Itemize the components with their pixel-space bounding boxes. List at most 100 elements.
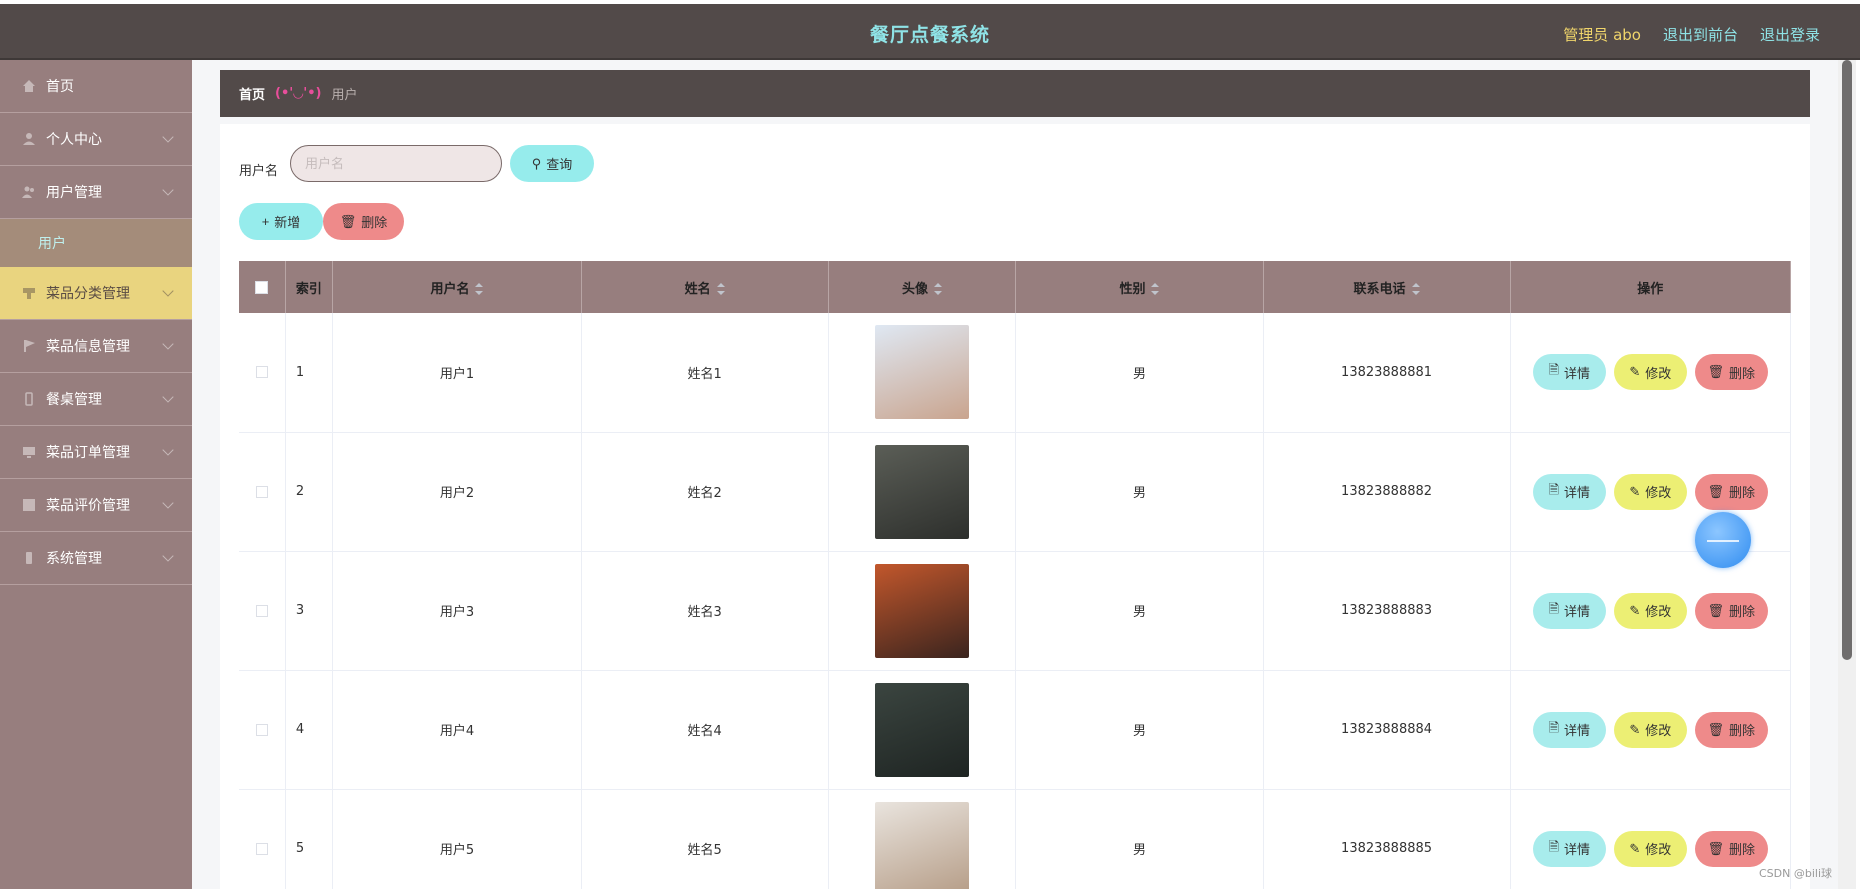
sort-icon[interactable] [1411,283,1420,295]
delete-button[interactable]: 🗑 删除 [1694,592,1768,629]
floating-assistant-ball[interactable] [1695,512,1751,568]
pencil-icon: ✎ [1629,602,1641,618]
sort-icon[interactable] [934,283,943,295]
row-checkbox[interactable] [255,485,268,498]
detail-button[interactable]: 🗎 详情 [1532,711,1606,748]
sidebar: 首页 个人中心 用户管理 用户 菜品分类管理 菜品信息管理 餐桌管理 菜品订单管… [0,60,192,889]
add-button[interactable]: + 新增 [239,203,323,240]
detail-button[interactable]: 🗎 详情 [1532,592,1606,629]
sidebar-item-review-mgmt[interactable]: 菜品评价管理 [0,479,192,532]
batch-delete-button-label: 删除 [361,215,388,230]
row-select-cell [239,313,286,433]
edit-button[interactable]: ✎ 修改 [1613,473,1687,510]
detail-button-label: 详情 [1564,365,1591,381]
query-button[interactable]: ⚲ 查询 [510,145,594,182]
search-input[interactable] [290,145,502,182]
sort-icon[interactable] [475,283,484,295]
row-actions: 🗎 详情 ✎ 修改 🗑 删除 [1511,592,1790,629]
cell-name: 姓名5 [581,789,829,889]
col-actions: 操作 [1510,261,1792,313]
table-icon [22,392,36,406]
content-panel: 用户名 ⚲ 查询 + 新增 🗑 删除 索引 用户名 姓名 [220,124,1810,889]
grid-icon [22,498,36,512]
col-phone[interactable]: 联系电话 [1263,261,1511,313]
table-row: 3 用户3 姓名3 男 13823888883 🗎 详情 ✎ 修改 🗑 删除 [239,551,1792,671]
cell-phone: 13823888881 [1263,313,1511,433]
cell-gender: 男 [1015,313,1264,433]
col-username[interactable]: 用户名 [332,261,582,313]
edit-button[interactable]: ✎ 修改 [1613,592,1687,629]
edit-button[interactable]: ✎ 修改 [1613,830,1687,867]
sidebar-item-order-mgmt[interactable]: 菜品订单管理 [0,426,192,479]
sidebar-item-user-mgmt[interactable]: 用户管理 [0,166,192,219]
table-row: 1 用户1 姓名1 男 13823888881 🗎 详情 ✎ 修改 🗑 删除 [239,313,1792,433]
delete-button-label: 删除 [1729,842,1756,857]
cell-username: 用户1 [332,313,582,433]
batch-delete-button[interactable]: 🗑 删除 [323,203,404,240]
sidebar-item-dish-category[interactable]: 菜品分类管理 [0,267,192,320]
trash-icon: 🗑 [1707,840,1725,856]
row-select-cell [239,789,286,889]
trash-icon: 🗑 [1707,483,1725,499]
edit-button[interactable]: ✎ 修改 [1613,711,1687,748]
scrollbar-thumb[interactable] [1842,60,1852,660]
col-index: 索引 [285,261,334,313]
edit-button-label: 修改 [1645,723,1672,738]
cell-username: 用户3 [332,551,582,671]
col-avatar[interactable]: 头像 [828,261,1017,313]
detail-button[interactable]: 🗎 详情 [1532,473,1606,510]
select-all-checkbox[interactable] [255,280,269,294]
table-row: 4 用户4 姓名4 男 13823888884 🗎 详情 ✎ 修改 🗑 删除 [239,670,1792,790]
delete-button[interactable]: 🗑 删除 [1694,711,1768,748]
cell-avatar [828,670,1017,790]
cell-name: 姓名4 [581,670,829,790]
col-label: 头像 [902,281,929,297]
edit-button[interactable]: ✎ 修改 [1613,354,1687,391]
delete-button-label: 删除 [1729,365,1756,381]
table-row: 2 用户2 姓名2 男 13823888882 🗎 详情 ✎ 修改 🗑 删除 [239,432,1792,552]
detail-button[interactable]: 🗎 详情 [1532,830,1606,867]
row-checkbox[interactable] [255,723,268,736]
chevron-down-icon [162,285,174,297]
avatar [875,801,970,889]
home-icon [22,79,36,93]
row-checkbox[interactable] [255,604,268,617]
select-all-cell [239,261,286,313]
search-icon: ⚲ [531,155,542,171]
delete-button-label: 删除 [1729,604,1756,619]
sidebar-item-system[interactable]: 系统管理 [0,532,192,585]
flag-icon [22,339,36,353]
row-checkbox[interactable] [255,842,268,855]
sidebar-subitem-user[interactable]: 用户 [0,219,192,267]
delete-button[interactable]: 🗑 删除 [1694,354,1768,391]
sidebar-item-home[interactable]: 首页 [0,60,192,113]
detail-button-label: 详情 [1564,842,1591,857]
chevron-down-icon [162,550,174,562]
row-checkbox[interactable] [255,366,268,379]
sidebar-item-profile[interactable]: 个人中心 [0,113,192,166]
delete-button[interactable]: 🗑 删除 [1694,473,1768,510]
delete-button[interactable]: 🗑 删除 [1694,830,1768,867]
col-label: 性别 [1119,281,1146,297]
breadcrumb-home[interactable]: 首页 [239,84,265,103]
edit-button-label: 修改 [1645,842,1672,857]
logout-link[interactable]: 退出登录 [1760,24,1820,45]
users-icon [22,185,36,199]
avatar [875,444,970,539]
cell-username: 用户5 [332,789,582,889]
cell-actions: 🗎 详情 ✎ 修改 🗑 删除 [1510,551,1792,671]
cell-index: 4 [285,670,334,790]
avatar [875,682,970,777]
chevron-down-icon [162,444,174,456]
col-gender[interactable]: 性别 [1015,261,1264,313]
col-name[interactable]: 姓名 [581,261,829,313]
detail-button[interactable]: 🗎 详情 [1532,354,1606,391]
to-front-link[interactable]: 退出到前台 [1663,24,1738,45]
row-actions: 🗎 详情 ✎ 修改 🗑 删除 [1511,830,1790,867]
sort-icon[interactable] [1151,283,1160,295]
sidebar-item-dish-info[interactable]: 菜品信息管理 [0,320,192,373]
sidebar-item-label: 用户管理 [46,185,102,201]
sort-icon[interactable] [716,283,725,295]
sidebar-item-table-mgmt[interactable]: 餐桌管理 [0,373,192,426]
chevron-down-icon [162,338,174,350]
